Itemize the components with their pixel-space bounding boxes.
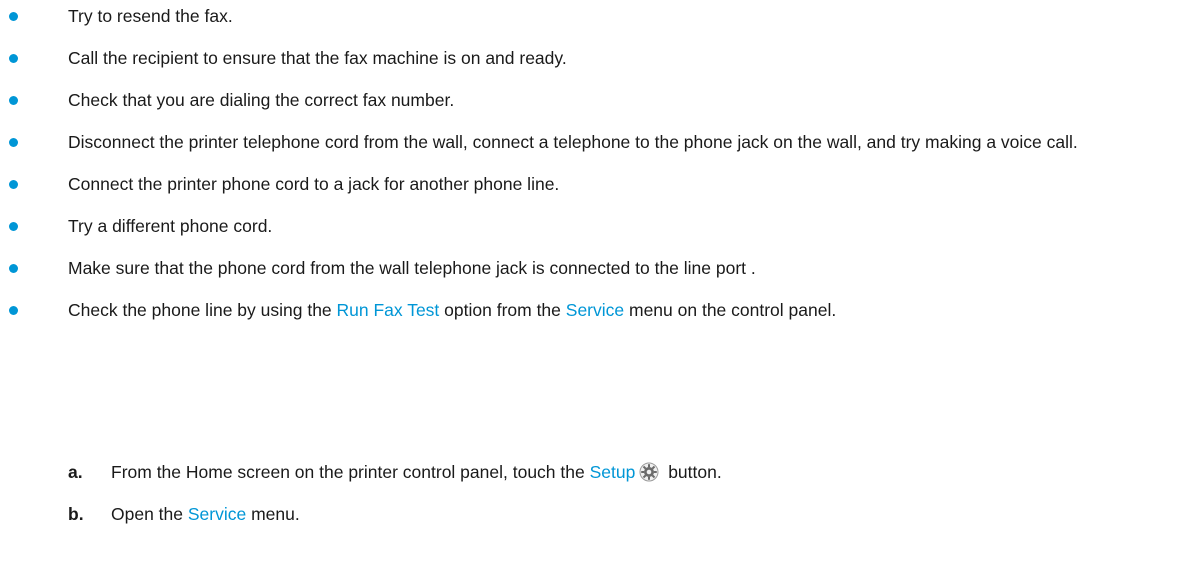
- bullet-icon: [9, 222, 18, 231]
- list-item: Call the recipient to ensure that the fa…: [0, 46, 1188, 70]
- step-marker: a.: [68, 462, 83, 482]
- bullet-icon: [9, 138, 18, 147]
- bullet-icon: [9, 306, 18, 315]
- text-run: option from the: [439, 300, 566, 320]
- list-item-text: Try to resend the fax.: [68, 6, 233, 26]
- steps-list: a. From the Home screen on the printer c…: [0, 460, 1201, 544]
- text-run: Check the phone line by using the: [68, 300, 337, 320]
- step-item: b. Open the Service menu.: [0, 502, 1201, 526]
- list-item-text: Check that you are dialing the correct f…: [68, 90, 455, 110]
- list-item: Disconnect the printer telephone cord fr…: [0, 130, 1188, 154]
- list-item-text: Disconnect the printer telephone cord fr…: [68, 132, 1078, 152]
- text-run: From the Home screen on the printer cont…: [111, 462, 590, 482]
- text-run: button.: [663, 462, 722, 482]
- text-run: menu on the control panel.: [624, 300, 837, 320]
- bullet-icon: [9, 180, 18, 189]
- service-menu-link[interactable]: Service: [566, 300, 624, 320]
- step-item: a. From the Home screen on the printer c…: [0, 460, 1201, 484]
- list-item: Try to resend the fax.: [0, 4, 1188, 28]
- bullet-icon: [9, 54, 18, 63]
- gear-icon: [639, 462, 659, 482]
- list-item: Check the phone line by using the Run Fa…: [0, 298, 1188, 322]
- list-item-text: Check the phone line by using the Run Fa…: [68, 300, 836, 320]
- document-page: Try to resend the fax. Call the recipien…: [0, 0, 1201, 575]
- step-text: Open the Service menu.: [111, 504, 300, 524]
- setup-link[interactable]: Setup: [590, 462, 636, 482]
- bullet-icon: [9, 264, 18, 273]
- list-item: Make sure that the phone cord from the w…: [0, 256, 1188, 280]
- bullet-icon: [9, 12, 18, 21]
- list-item-text: Try a different phone cord.: [68, 216, 273, 236]
- list-item-text: Call the recipient to ensure that the fa…: [68, 48, 567, 68]
- text-run: menu.: [246, 504, 300, 524]
- list-item-text: Make sure that the phone cord from the w…: [68, 258, 756, 278]
- troubleshooting-bullet-list: Try to resend the fax. Call the recipien…: [0, 4, 1201, 340]
- list-item-text: Connect the printer phone cord to a jack…: [68, 174, 560, 194]
- text-run: Open the: [111, 504, 188, 524]
- bullet-icon: [9, 96, 18, 105]
- list-item: Try a different phone cord.: [0, 214, 1188, 238]
- step-text: From the Home screen on the printer cont…: [111, 462, 722, 482]
- list-item: Connect the printer phone cord to a jack…: [0, 172, 1188, 196]
- list-item: Check that you are dialing the correct f…: [0, 88, 1188, 112]
- run-fax-test-link[interactable]: Run Fax Test: [337, 300, 440, 320]
- service-link[interactable]: Service: [188, 504, 246, 524]
- step-marker: b.: [68, 504, 84, 524]
